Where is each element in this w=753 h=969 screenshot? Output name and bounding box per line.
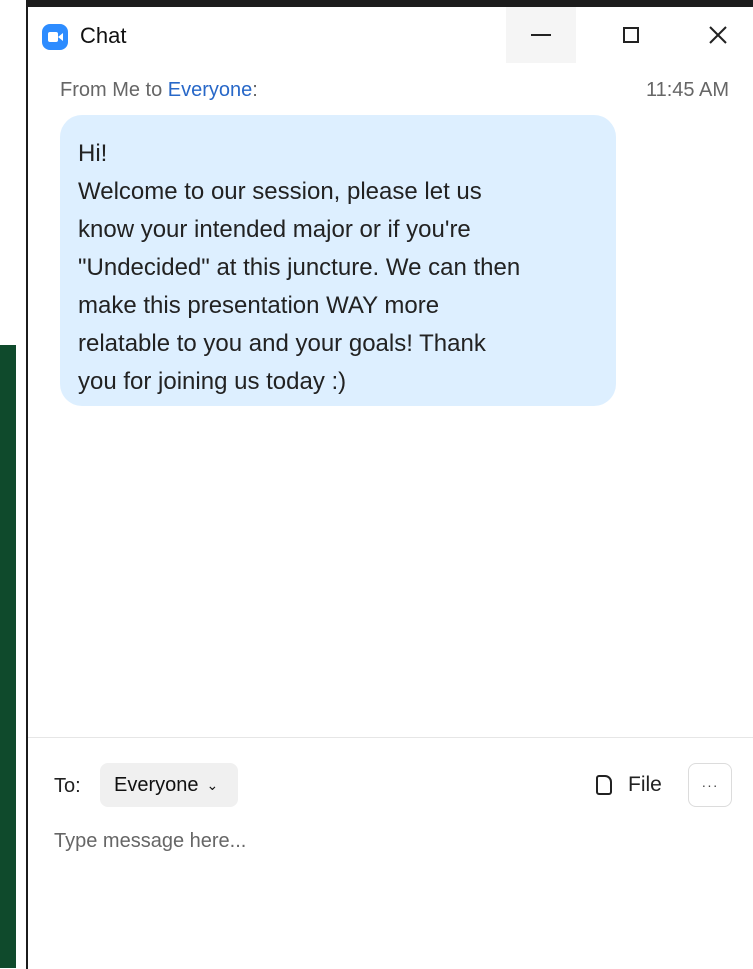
window-title: Chat bbox=[80, 23, 127, 48]
maximize-icon bbox=[623, 27, 639, 43]
message-line: you for joining us today :) bbox=[78, 368, 347, 395]
more-icon: ··· bbox=[701, 777, 719, 793]
message-line: "Undecided" at this juncture. We can the… bbox=[78, 254, 521, 281]
desktop-strip bbox=[0, 0, 26, 345]
sender-prefix: From Me to bbox=[60, 79, 168, 101]
message-line: relatable to you and your goals! Thank bbox=[78, 330, 486, 357]
minimize-icon bbox=[531, 34, 551, 36]
chat-window: Chat From Me to Everyone: 11:45 AM Hi! W… bbox=[26, 6, 753, 969]
maximize-button[interactable] bbox=[596, 7, 666, 63]
message-input[interactable] bbox=[54, 823, 714, 859]
message-line: Welcome to our session, please let us bbox=[78, 178, 482, 205]
composer-divider bbox=[28, 737, 753, 738]
minimize-button[interactable] bbox=[506, 7, 576, 63]
recipient-value: Everyone bbox=[114, 773, 199, 796]
close-button[interactable] bbox=[683, 7, 753, 63]
chat-message-bubble[interactable]: Hi! Welcome to our session, please let u… bbox=[60, 115, 616, 406]
file-icon bbox=[596, 775, 612, 795]
message-line: know your intended major or if you're bbox=[78, 216, 471, 243]
message-line: Hi! bbox=[78, 140, 108, 167]
zoom-camera-icon bbox=[42, 24, 68, 50]
message-line: make this presentation WAY more bbox=[78, 292, 440, 319]
meta-suffix: : bbox=[252, 79, 258, 101]
to-label: To: bbox=[54, 775, 81, 797]
more-options-button[interactable]: ··· bbox=[688, 763, 732, 807]
background-window-edge bbox=[0, 345, 16, 968]
close-icon bbox=[709, 26, 727, 44]
title-bar[interactable]: Chat bbox=[28, 7, 753, 63]
chevron-down-icon: ⌄ bbox=[206, 776, 219, 793]
message-meta: From Me to Everyone: bbox=[60, 79, 258, 102]
file-button[interactable]: File bbox=[596, 769, 662, 801]
file-label: File bbox=[628, 773, 662, 796]
message-timestamp: 11:45 AM bbox=[645, 79, 729, 101]
message-recipient[interactable]: Everyone bbox=[168, 79, 253, 101]
recipient-dropdown[interactable]: Everyone ⌄ bbox=[100, 763, 238, 807]
